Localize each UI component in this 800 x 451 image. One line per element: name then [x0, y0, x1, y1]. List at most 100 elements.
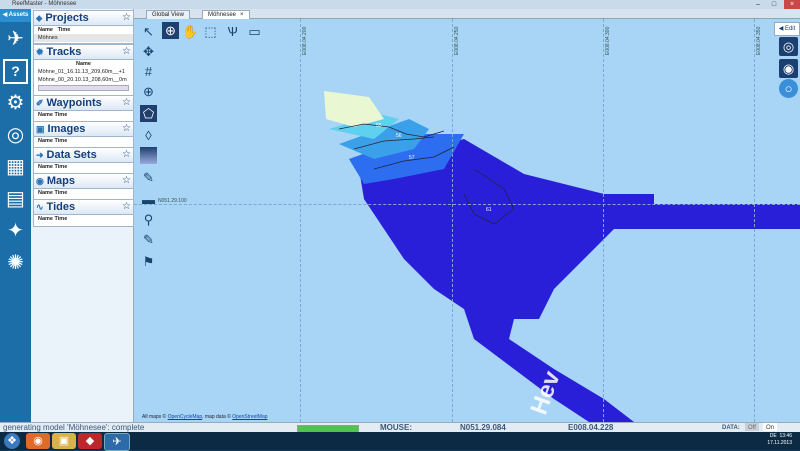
projects-section: ⬥ Projects ☆ Name Time Möhnes — [33, 10, 134, 44]
projects-columns: Name Time — [38, 27, 71, 33]
os-taskbar: ❖ ◉ ▣ ◆ ✈ DE 13:46 17.11.2013 — [0, 432, 800, 451]
clock-time: 13:46 — [779, 433, 792, 439]
datasets-header[interactable]: ➜ Data Sets ☆ — [34, 148, 133, 163]
grid-line — [452, 19, 453, 422]
office-icon[interactable]: ◆ — [78, 433, 102, 449]
zoom-tool-icon[interactable]: ⊕ — [162, 22, 179, 39]
map-attribution: All maps © OpenCycleMap, map data © Open… — [142, 414, 268, 420]
opencyclemap-link[interactable]: OpenCycleMap — [168, 414, 202, 420]
spinner-icon[interactable]: ✺ — [3, 251, 28, 276]
list-item[interactable]: Möhne_00_20.10.13_208,60m__0m — [34, 76, 133, 84]
star-icon[interactable]: ☆ — [122, 45, 131, 59]
settings-gear-icon[interactable]: ⚙ — [3, 91, 28, 116]
region-select-icon[interactable]: ⬚ — [202, 23, 219, 40]
depth-shading-icon[interactable] — [140, 147, 157, 164]
maps-icon: ◉ — [36, 176, 44, 186]
tides-columns: Name Time — [38, 216, 68, 222]
satellite-icon[interactable]: ✦ — [3, 219, 28, 244]
waypoint-add-icon[interactable]: ⚲ — [140, 211, 157, 228]
lon-label: E008.04.350 — [756, 26, 762, 55]
status-bar: generating model 'Möhnesee': complete MO… — [0, 422, 800, 433]
select-arrow-icon[interactable]: ↖ — [140, 23, 157, 40]
image-icon: ▣ — [36, 124, 45, 134]
data-off-button[interactable]: Off — [745, 423, 759, 431]
datasets-columns: Name Time — [38, 164, 68, 170]
drop-icon[interactable]: ◊ — [140, 127, 157, 144]
lon-label: E008.04.200 — [302, 26, 308, 55]
maps-columns: Name Time — [38, 190, 68, 196]
explorer-icon[interactable]: ▣ — [52, 433, 76, 449]
tracks-columns: Name — [76, 61, 91, 67]
tides-section: ∿ Tides ☆ Name Time — [33, 199, 134, 227]
openstreetmap-link[interactable]: OpenStreetMap — [232, 414, 267, 420]
wave-logo-icon[interactable]: ✈ — [3, 27, 28, 52]
images-columns: Name Time — [38, 138, 68, 144]
import-icon[interactable]: ▦ — [3, 155, 28, 180]
outline-tool-icon[interactable]: ⬠ — [140, 105, 157, 122]
lon-label: E008.04.250 — [454, 26, 460, 55]
images-section: ▣ Images ☆ Name Time — [33, 121, 134, 149]
tracks-scrollbar[interactable] — [38, 85, 129, 91]
close-icon[interactable]: × — [784, 0, 800, 9]
maximize-icon[interactable]: □ — [766, 0, 782, 9]
clock-date: 17.11.2013 — [767, 440, 792, 446]
lat-label: N051.29.100 — [158, 198, 187, 204]
language-indicator: DE — [769, 433, 777, 439]
tides-header[interactable]: ∿ Tides ☆ — [34, 200, 133, 215]
star-icon[interactable]: ☆ — [122, 148, 131, 162]
waypoints-header[interactable]: ✐ Waypoints ☆ — [34, 96, 133, 111]
pan-hand-icon[interactable]: ✋ — [182, 23, 199, 40]
globe-icon[interactable]: ◎ — [3, 123, 28, 148]
move-arrows-icon[interactable]: ✥ — [140, 43, 157, 60]
projects-header[interactable]: ⬥ Projects ☆ — [34, 11, 133, 26]
images-header[interactable]: ▣ Images ☆ — [34, 122, 133, 137]
maps-section: ◉ Maps ☆ Name Time — [33, 173, 134, 201]
help-icon[interactable]: ? — [3, 59, 28, 84]
tab-bar: Global View Möhnesee × — [134, 9, 800, 20]
globe-small-icon[interactable]: ○ — [779, 79, 798, 98]
list-item[interactable]: Möhnes — [34, 34, 133, 42]
star-icon[interactable]: ☆ — [122, 96, 131, 110]
scale-icon[interactable]: ▬ — [140, 191, 157, 208]
start-button-icon[interactable]: ❖ — [4, 433, 20, 449]
star-icon[interactable]: ☆ — [122, 174, 131, 188]
system-clock: DE 13:46 17.11.2013 — [767, 433, 792, 447]
tide-wave-icon: ∿ — [36, 202, 44, 212]
waypoint-pin-icon[interactable]: ✎ — [140, 169, 157, 186]
tracks-header[interactable]: ✹ Tracks ☆ — [34, 45, 133, 60]
list-item[interactable]: Möhne_01_16.11.13_209,60m__+1 — [34, 68, 133, 76]
assets-toggle-button[interactable]: ◀ Assets — [0, 9, 31, 22]
star-icon[interactable]: ☆ — [122, 11, 131, 25]
zoom-in-icon[interactable]: ⊕ — [140, 83, 157, 100]
contour-label: 61 — [486, 207, 492, 213]
lon-label: E008.04.300 — [605, 26, 611, 55]
data-on-button[interactable]: On — [763, 423, 778, 431]
reefmaster-taskbar-icon[interactable]: ✈ — [104, 433, 130, 451]
waypoints-columns: Name Time — [38, 112, 68, 118]
close-tab-icon[interactable]: × — [240, 12, 244, 18]
ruler-icon[interactable]: ▭ — [246, 23, 263, 40]
flag-icon[interactable]: ⚑ — [140, 253, 157, 270]
window-title-bar: ReefMaster - Möhnesee – □ × — [0, 0, 800, 9]
assets-panel: ⬥ Projects ☆ Name Time Möhnes ✹ Tracks ☆ Nam… — [31, 9, 134, 422]
cut-icon[interactable]: Ѱ — [224, 23, 241, 40]
datasets-section: ➜ Data Sets ☆ Name Time — [33, 147, 134, 175]
contour-label: 55 — [376, 123, 382, 129]
firefox-icon[interactable]: ◉ — [26, 433, 50, 449]
maps-header[interactable]: ◉ Maps ☆ — [34, 174, 133, 189]
pin-icon[interactable]: ✎ — [140, 231, 157, 248]
tracks-icon: ✹ — [36, 47, 44, 57]
folder-icon[interactable]: ▤ — [3, 187, 28, 212]
radar-icon[interactable]: ◉ — [779, 59, 798, 78]
tracks-section: ✹ Tracks ☆ Name Möhne_01_16.11.13_209,60m_… — [33, 44, 134, 100]
grid-line — [754, 19, 755, 422]
target-icon[interactable]: ◎ — [779, 37, 798, 56]
star-icon[interactable]: ☆ — [122, 200, 131, 214]
window-title: ReefMaster - Möhnesee — [12, 1, 77, 7]
star-icon[interactable]: ☆ — [122, 122, 131, 136]
edit-button[interactable]: ◀ Edit — [774, 22, 800, 36]
minimize-icon[interactable]: – — [750, 0, 766, 9]
map-view[interactable]: 55 56 57 61 E008.04.200 E008.04.250 E008… — [134, 19, 800, 422]
grid-icon[interactable]: # — [140, 63, 157, 80]
dataset-arrow-icon: ➜ — [36, 150, 44, 160]
